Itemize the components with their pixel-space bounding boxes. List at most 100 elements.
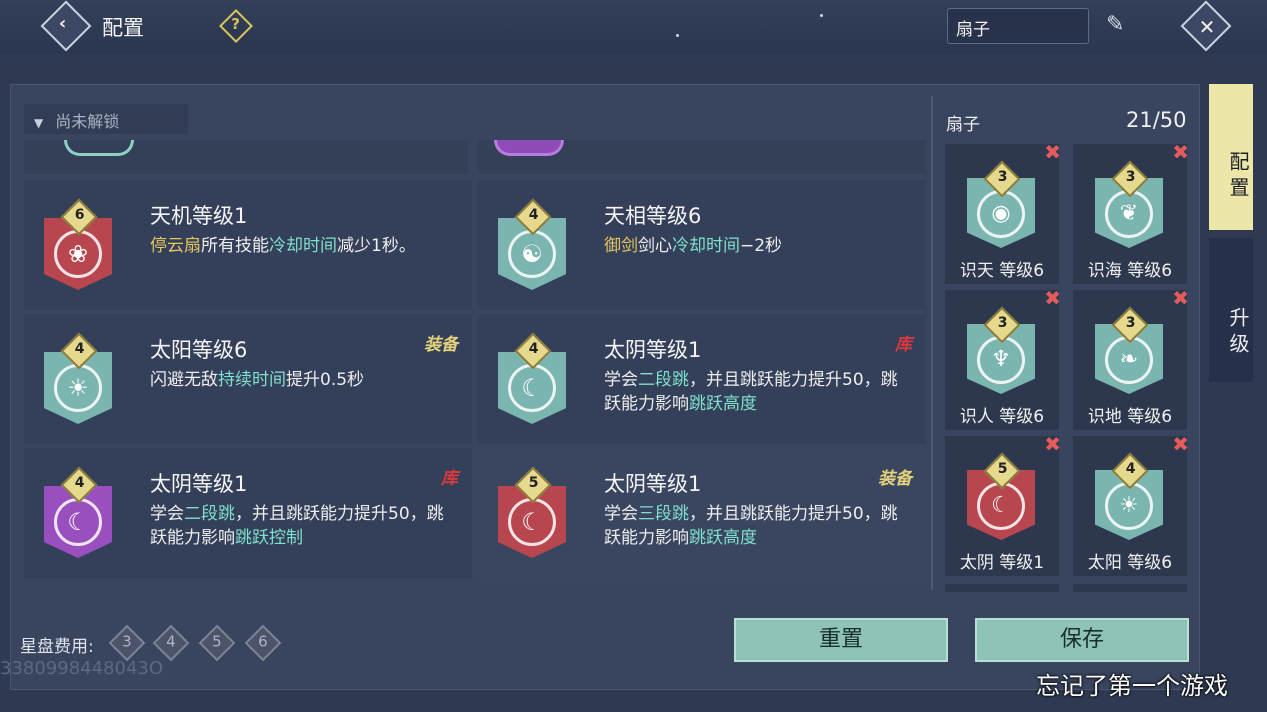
library-tag: 库 [441,469,458,489]
filter-dropdown[interactable]: ▼ 尚未解锁 [24,104,188,134]
skill-card[interactable]: ❀ 6 天机等级1 停云扇所有技能冷却时间减少1秒。 [24,180,472,310]
skill-title: 天机等级1 [150,204,248,228]
description-segment: 学会 [604,370,638,390]
skill-description: 学会二段跳，并且跳跃能力提升50，跳跃能力影响跳跃控制 [150,502,460,550]
loadout-slot[interactable]: ◉ 3 ✖ 识天 等级6 [945,140,1061,284]
description-segment: 跳跃高度 [689,394,757,414]
close-button[interactable]: ✕ [1180,0,1232,52]
remove-icon[interactable]: ✖ [1044,140,1061,164]
description-segment: 学会 [604,504,638,524]
skill-card[interactable]: ☯ 4 天相等级6 御剑剑心冷却时间−2秒 [478,180,926,310]
description-segment: −2秒 [740,236,783,256]
remove-icon[interactable]: ✖ [1172,140,1189,164]
description-segment: 持续时间 [218,370,286,390]
description-segment: 学会 [150,504,184,524]
slot-partial [1073,584,1187,592]
skill-badge-icon: ❀ 6 [36,196,120,296]
close-icon: ✕ [1198,14,1216,39]
page-title: 配置 [102,16,144,40]
filter-label: 尚未解锁 [55,112,120,131]
card-partial [24,140,468,174]
description-segment: 冷却时间 [672,236,740,256]
reset-button[interactable]: 重置 [734,618,948,662]
loadout-slot[interactable]: ☾ 5 ✖ 太阴 等级1 [945,432,1061,576]
description-segment: 二段跳 [638,370,689,390]
caption-overlay: 忘记了第一个游戏 [1036,672,1228,700]
badge-partial [494,140,564,156]
skill-description: 停云扇所有技能冷却时间减少1秒。 [150,234,460,258]
moon-icon: ☾ 5 [961,452,1041,544]
remove-icon[interactable]: ✖ [1172,286,1189,310]
weapon-select[interactable]: 扇子 [947,8,1089,44]
save-button[interactable]: 保存 [975,618,1189,662]
loadout-slot[interactable]: ❦ 3 ✖ 识海 等级6 [1073,140,1189,284]
skill-title: 天相等级6 [604,204,702,228]
equipped-tag: 装备 [424,335,458,355]
card-partial [478,140,926,174]
tree-icon: ❧ 3 [1089,306,1169,398]
description-segment: 三段跳 [638,504,689,524]
description-segment: 二段跳 [184,504,235,524]
library-tag: 库 [895,335,912,355]
skill-badge-icon: ☀ 4 [36,330,120,430]
coral-icon: ❦ 3 [1089,160,1169,252]
skill-description: 御剑剑心冷却时间−2秒 [604,234,914,258]
loadout-slot[interactable]: ☀ 4 ✖ 太阳 等级6 [1073,432,1189,576]
slot-name: 识海 等级6 [1087,261,1173,281]
description-segment: 闪避无敌 [150,370,218,390]
chevron-down-icon: ▼ [34,116,44,130]
slot-name: 识地 等级6 [1087,407,1173,427]
skill-description: 闪避无敌持续时间提升0.5秒 [150,368,460,392]
skill-card[interactable]: ☾ 4 太阴等级1 学会二段跳，并且跳跃能力提升50，跳跃能力影响跳跃高度 库 [478,314,926,444]
skill-badge-icon: ☾ 4 [36,464,120,564]
badge-partial [64,140,134,156]
column-divider [931,96,933,590]
skill-card[interactable]: ☾ 5 太阴等级1 学会三段跳，并且跳跃能力提升50，跳跃能力影响跳跃高度 装备 [478,448,926,578]
loadout-slot[interactable]: ♆ 3 ✖ 识人 等级6 [945,286,1061,430]
description-segment: 减少1秒。 [337,236,416,256]
description-segment: 停云扇 [150,236,201,256]
skill-description: 学会三段跳，并且跳跃能力提升50，跳跃能力影响跳跃高度 [604,502,914,550]
equipped-tag: 装备 [878,469,912,489]
back-arrow-icon: ‹ [58,12,67,34]
skill-card[interactable]: ☀ 4 太阳等级6 闪避无敌持续时间提升0.5秒 装备 [24,314,472,444]
slot-name: 识人 等级6 [959,407,1045,427]
skill-badge-icon: ☾ 4 [490,330,574,430]
skill-title: 太阴等级1 [150,472,248,496]
cost-label: 星盘费用: [20,637,94,657]
remove-icon[interactable]: ✖ [1172,432,1189,456]
loadout-slot[interactable]: ❧ 3 ✖ 识地 等级6 [1073,286,1189,430]
tab-upgrade[interactable]: 升级 [1209,238,1253,382]
sun-icon: ☀ 4 [1089,452,1169,544]
slot-name: 太阳 等级6 [1087,553,1173,573]
description-segment: 所有技能 [201,236,269,256]
remove-icon[interactable]: ✖ [1044,432,1061,456]
skill-description: 学会二段跳，并且跳跃能力提升50，跳跃能力影响跳跃高度 [604,368,914,416]
figure-icon: ♆ 3 [961,306,1041,398]
help-icon[interactable]: ? [219,9,253,43]
description-segment: 冷却时间 [269,236,337,256]
remove-icon[interactable]: ✖ [1044,286,1061,310]
top-bar: ‹ 配置 ? 扇子 ✎ ✕ [0,0,1267,54]
star-decoration [676,34,679,37]
loadout-count: 21/50 [1126,108,1187,132]
brush-icon[interactable]: ✎ [1106,12,1124,37]
skill-badge-icon: ☯ 4 [490,196,574,296]
back-button[interactable]: ‹ [40,0,92,52]
watermark-id: 3380998448043O [0,658,164,679]
eye-icon: ◉ 3 [961,160,1041,252]
skill-title: 太阳等级6 [150,338,248,362]
tab-config[interactable]: 配置 [1209,84,1253,230]
skill-card[interactable]: ☾ 4 太阴等级1 学会二段跳，并且跳跃能力提升50，跳跃能力影响跳跃控制 库 [24,448,472,578]
slot-partial [945,584,1059,592]
description-segment: 剑心 [638,236,672,256]
star-decoration [820,14,823,17]
slot-name: 太阴 等级1 [959,553,1045,573]
description-segment: 跳跃高度 [689,528,757,548]
loadout-title: 扇子 [946,115,980,135]
description-segment: 御剑 [604,236,638,256]
slot-name: 识天 等级6 [959,261,1045,281]
skill-title: 太阴等级1 [604,338,702,362]
skill-title: 太阴等级1 [604,472,702,496]
skill-badge-icon: ☾ 5 [490,464,574,564]
